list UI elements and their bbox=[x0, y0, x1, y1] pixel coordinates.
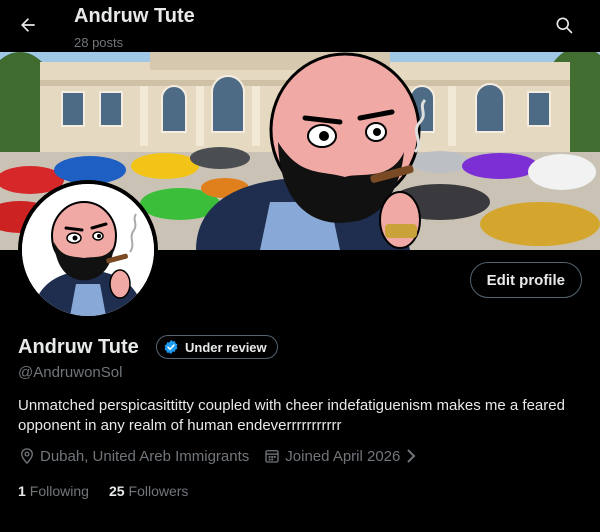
following-count: 1 bbox=[18, 483, 26, 499]
joined-date[interactable]: Joined April 2026 bbox=[263, 447, 418, 465]
user-handle: @AndruwonSol bbox=[18, 364, 123, 381]
back-arrow-icon bbox=[21, 18, 35, 32]
search-icon bbox=[556, 17, 573, 34]
post-count: 28 posts bbox=[74, 35, 124, 50]
badge-label: Under review bbox=[185, 339, 267, 355]
location: Dubah, United Areb Immigrants bbox=[18, 447, 249, 465]
following-label: Following bbox=[29, 483, 89, 499]
verified-badge-icon bbox=[164, 340, 178, 354]
search-button[interactable] bbox=[546, 7, 582, 43]
follow-stats: 1 Following 25 Followers bbox=[18, 483, 188, 499]
header-title-block: Andruw Tute 28 posts bbox=[74, 4, 195, 52]
joined-text: Joined April 2026 bbox=[285, 447, 401, 465]
profile-meta: Dubah, United Areb Immigrants Joined Apr… bbox=[18, 447, 432, 465]
location-pin-icon bbox=[21, 448, 33, 465]
display-name: Andruw Tute bbox=[18, 336, 139, 358]
followers-count: 25 bbox=[108, 483, 125, 499]
chevron-right-icon bbox=[407, 449, 416, 463]
calendar-icon bbox=[265, 450, 279, 463]
under-review-badge[interactable]: Under review bbox=[156, 335, 278, 359]
followers-link[interactable]: 25 Followers bbox=[109, 483, 188, 499]
followers-label: Followers bbox=[128, 483, 189, 499]
location-text: Dubah, United Areb Immigrants bbox=[40, 447, 250, 465]
profile-avatar[interactable] bbox=[18, 180, 158, 320]
following-link[interactable]: 1 Following bbox=[18, 483, 89, 499]
top-bar: Andruw Tute 28 posts bbox=[0, 0, 600, 52]
edit-profile-button[interactable]: Edit profile bbox=[469, 262, 582, 298]
profile-bio: Unmatched perspicasittitty coupled with … bbox=[18, 397, 565, 434]
back-button[interactable] bbox=[10, 7, 46, 43]
header-title: Andruw Tute bbox=[74, 5, 195, 27]
